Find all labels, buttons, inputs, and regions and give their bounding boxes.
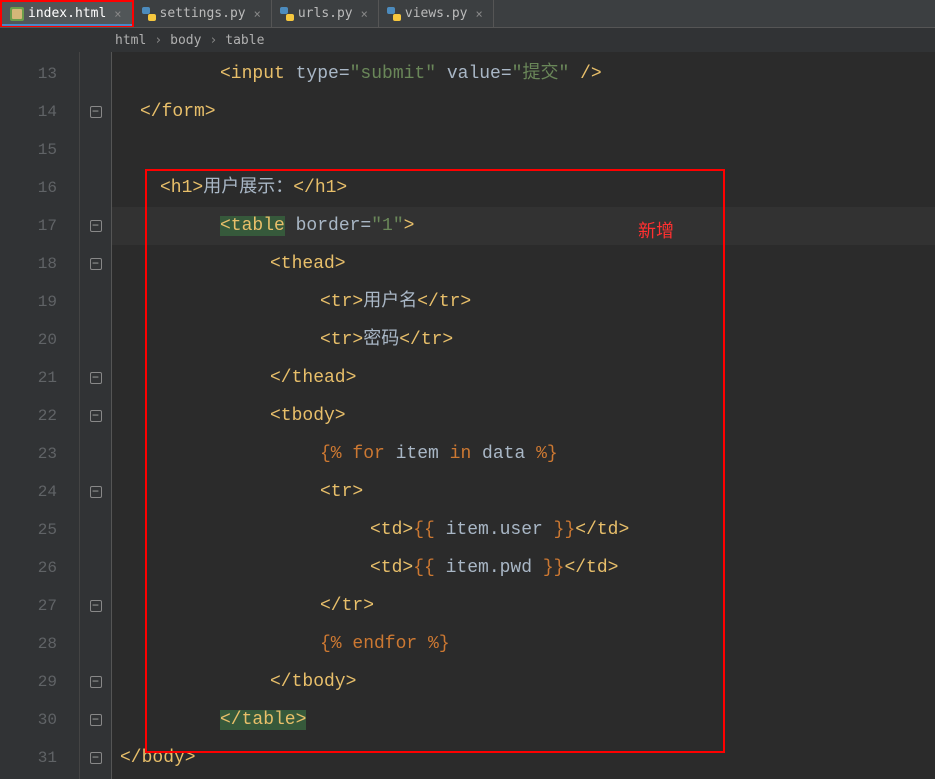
fold-marker-icon[interactable] — [80, 93, 111, 131]
tab-index-html[interactable]: index.html × — [0, 0, 134, 27]
line-number: 14 — [0, 93, 79, 131]
breadcrumb-item[interactable]: html — [115, 33, 146, 48]
chevron-right-icon: › — [154, 33, 162, 48]
fold-marker-icon[interactable] — [80, 473, 111, 511]
line-number: 19 — [0, 283, 79, 321]
code-line: </form> — [112, 93, 935, 131]
line-number: 29 — [0, 663, 79, 701]
line-number: 27 — [0, 587, 79, 625]
tab-label: index.html — [28, 6, 106, 21]
close-icon[interactable]: × — [476, 7, 483, 21]
line-number: 23 — [0, 435, 79, 473]
line-number: 30 — [0, 701, 79, 739]
fold-marker-icon[interactable] — [80, 397, 111, 435]
code-line: <tr>用户名</tr> — [112, 283, 935, 321]
code-line-current: <table border="1"> — [112, 207, 935, 245]
html-file-icon — [10, 7, 24, 21]
fold-marker-icon[interactable] — [80, 359, 111, 397]
breadcrumb: html › body › table — [0, 28, 935, 52]
fold-marker-icon[interactable] — [80, 701, 111, 739]
code-line: <td>{{ item.user }}</td> — [112, 511, 935, 549]
fold-marker-icon[interactable] — [80, 207, 111, 245]
fold-line — [80, 549, 111, 587]
fold-line — [80, 131, 111, 169]
fold-line — [80, 283, 111, 321]
code-area[interactable]: <input type="submit" value="提交" /> </for… — [112, 52, 935, 779]
code-line: <td>{{ item.pwd }}</td> — [112, 549, 935, 587]
code-line: {% endfor %} — [112, 625, 935, 663]
code-line: <input type="submit" value="提交" /> — [112, 55, 935, 93]
code-line: <h1>用户展示：</h1> — [112, 169, 935, 207]
fold-line — [80, 55, 111, 93]
fold-line — [80, 435, 111, 473]
code-line: </body> — [112, 739, 935, 777]
fold-marker-icon[interactable] — [80, 587, 111, 625]
line-number: 22 — [0, 397, 79, 435]
fold-marker-icon[interactable] — [80, 245, 111, 283]
close-icon[interactable]: × — [254, 7, 261, 21]
code-line: <tr> — [112, 473, 935, 511]
fold-line — [80, 169, 111, 207]
code-line: <tr>密码</tr> — [112, 321, 935, 359]
breadcrumb-item[interactable]: table — [225, 33, 264, 48]
line-number: 15 — [0, 131, 79, 169]
line-number: 28 — [0, 625, 79, 663]
code-line: {% for item in data %} — [112, 435, 935, 473]
close-icon[interactable]: × — [114, 7, 121, 21]
python-file-icon — [387, 7, 401, 21]
tab-label: settings.py — [160, 6, 246, 21]
line-number: 31 — [0, 739, 79, 777]
code-line: </thead> — [112, 359, 935, 397]
python-file-icon — [142, 7, 156, 21]
fold-line — [80, 625, 111, 663]
line-number: 24 — [0, 473, 79, 511]
line-number: 21 — [0, 359, 79, 397]
line-number: 18 — [0, 245, 79, 283]
line-number: 25 — [0, 511, 79, 549]
line-number: 16 — [0, 169, 79, 207]
fold-line — [80, 511, 111, 549]
tab-label: urls.py — [298, 6, 353, 21]
fold-marker-icon[interactable] — [80, 739, 111, 777]
chevron-right-icon: › — [209, 33, 217, 48]
fold-marker-icon[interactable] — [80, 663, 111, 701]
breadcrumb-item[interactable]: body — [170, 33, 201, 48]
code-line: </tbody> — [112, 663, 935, 701]
tab-views-py[interactable]: views.py × — [379, 0, 494, 27]
tab-label: views.py — [405, 6, 468, 21]
code-editor[interactable]: 13 14 15 16 17 18 19 20 21 22 23 24 25 2… — [0, 52, 935, 779]
fold-line — [80, 321, 111, 359]
close-icon[interactable]: × — [361, 7, 368, 21]
python-file-icon — [280, 7, 294, 21]
fold-gutter — [80, 52, 112, 779]
line-number: 17 — [0, 207, 79, 245]
line-number-gutter: 13 14 15 16 17 18 19 20 21 22 23 24 25 2… — [0, 52, 80, 779]
code-line: <tbody> — [112, 397, 935, 435]
line-number: 13 — [0, 55, 79, 93]
editor-tabs: index.html × settings.py × urls.py × vie… — [0, 0, 935, 28]
tab-settings-py[interactable]: settings.py × — [134, 0, 272, 27]
annotation-label: 新增 — [638, 212, 674, 250]
code-line: </table> — [112, 701, 935, 739]
code-line: </tr> — [112, 587, 935, 625]
code-line: <thead> — [112, 245, 935, 283]
line-number: 26 — [0, 549, 79, 587]
code-line — [112, 131, 935, 169]
tab-urls-py[interactable]: urls.py × — [272, 0, 379, 27]
line-number: 20 — [0, 321, 79, 359]
